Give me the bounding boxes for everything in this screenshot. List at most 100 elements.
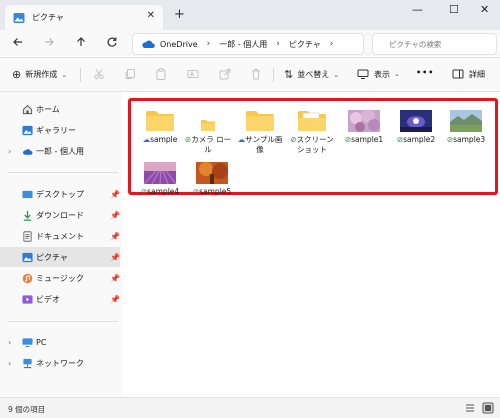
file-item-sample-folder[interactable]: ☁sample xyxy=(136,106,184,145)
delete-button[interactable] xyxy=(250,68,262,80)
breadcrumb-personal[interactable]: 一郎 - 個人用 xyxy=(219,39,267,50)
paste-button[interactable] xyxy=(155,68,167,80)
documents-icon xyxy=(23,230,32,242)
details-view-icon[interactable] xyxy=(464,402,476,414)
sidebar-item-downloads[interactable]: ダウンロード 📌 xyxy=(0,205,120,225)
share-button[interactable] xyxy=(219,68,231,80)
image-thumbnail xyxy=(347,106,381,132)
up-button[interactable] xyxy=(75,36,87,51)
sidebar-item-onedrive-personal[interactable]: › 一郎 - 個人用 xyxy=(0,141,120,161)
arrow-up-icon xyxy=(77,37,85,46)
sidebar-item-documents[interactable]: ドキュメント 📌 xyxy=(0,226,120,246)
sidebar-item-desktop[interactable]: デスクトップ 📌 xyxy=(0,184,120,204)
search-box[interactable]: ピクチャの検索 xyxy=(372,33,497,55)
sidebar-item-label: PC xyxy=(36,337,47,347)
sidebar-item-label: デスクトップ xyxy=(36,189,84,199)
sidebar-item-label: ホーム xyxy=(36,104,60,114)
navigation-pane: ホーム ギャラリー › 一郎 - 個人用 デスクトップ 📌 ダウンロード 📌 ド… xyxy=(0,92,122,397)
breadcrumb-onedrive[interactable]: OneDrive xyxy=(160,40,198,49)
chevron-right-icon[interactable]: › xyxy=(8,147,11,156)
scissors-icon xyxy=(94,69,104,80)
folder-with-documents-icon xyxy=(295,106,329,132)
address-bar[interactable]: OneDrive › 一郎 - 個人用 › ピクチャ › xyxy=(132,33,364,55)
close-tab-icon[interactable]: ✕ xyxy=(147,10,155,21)
cut-button[interactable] xyxy=(93,68,105,80)
title-bar: ピクチャ ✕ + — ☐ ✕ xyxy=(0,0,500,30)
network-icon xyxy=(23,358,32,368)
breadcrumb-separator-icon[interactable]: › xyxy=(276,39,280,49)
sidebar-item-videos[interactable]: ビデオ 📌 xyxy=(0,289,120,309)
file-name: sample5 xyxy=(199,187,232,196)
pin-icon[interactable]: 📌 xyxy=(110,253,120,262)
back-button[interactable] xyxy=(12,36,24,51)
divider xyxy=(273,68,274,82)
new-button[interactable]: ⊕ 新規作成 ⌄ xyxy=(12,68,67,81)
breadcrumb-separator-icon[interactable]: › xyxy=(207,39,211,49)
pin-icon[interactable]: 📌 xyxy=(110,274,120,283)
pin-icon[interactable]: 📌 xyxy=(110,211,120,220)
pictures-icon xyxy=(13,12,25,23)
sidebar-item-network[interactable]: › ネットワーク xyxy=(0,353,120,373)
refresh-button[interactable] xyxy=(106,36,118,51)
breadcrumb-separator-icon[interactable]: › xyxy=(330,39,334,49)
sidebar-item-pictures[interactable]: ピクチャ 📌 xyxy=(0,247,120,267)
more-options-button[interactable]: ••• xyxy=(416,68,434,77)
details-label: 詳細 xyxy=(469,69,485,79)
file-item-sample3[interactable]: ⊘sample3 xyxy=(442,106,490,145)
divider xyxy=(80,68,81,82)
rename-button[interactable] xyxy=(187,68,199,80)
image-thumbnail xyxy=(143,158,177,184)
pin-icon[interactable]: 📌 xyxy=(110,295,120,304)
folder-icon xyxy=(243,106,277,132)
rename-icon xyxy=(187,70,199,78)
status-bar: 9 個の項目 xyxy=(0,397,500,418)
download-icon xyxy=(23,210,32,221)
pin-icon[interactable]: 📌 xyxy=(110,232,120,241)
file-item-screenshots-folder[interactable]: ⊘スクリーンショット xyxy=(288,106,336,155)
sidebar-item-label: ダウンロード xyxy=(36,210,84,220)
desktop-icon xyxy=(22,190,33,198)
chevron-down-icon: ⌄ xyxy=(394,70,400,78)
image-thumbnail xyxy=(399,106,433,132)
sort-button[interactable]: ⇅ 並べ替え ⌄ xyxy=(284,68,339,81)
file-item-sample2[interactable]: ⊘sample2 xyxy=(392,106,440,145)
forward-button[interactable] xyxy=(43,36,55,51)
sidebar-item-home[interactable]: ホーム xyxy=(0,99,120,119)
cloud-status-icon: ☁ xyxy=(237,135,246,144)
file-name: sample3 xyxy=(453,135,486,144)
plus-circle-icon: ⊕ xyxy=(12,68,22,81)
view-label: 表示 xyxy=(374,69,390,79)
close-window-button[interactable]: ✕ xyxy=(480,3,489,16)
address-row: OneDrive › 一郎 - 個人用 › ピクチャ › ピクチャの検索 xyxy=(0,30,500,58)
tab-pictures[interactable]: ピクチャ ✕ xyxy=(5,5,163,30)
search-input[interactable]: ピクチャの検索 xyxy=(389,39,441,50)
file-name: sample xyxy=(150,135,178,144)
sort-icon: ⇅ xyxy=(284,68,294,81)
chevron-right-icon[interactable]: › xyxy=(8,338,11,347)
view-button[interactable]: 表示 ⌄ xyxy=(357,68,400,80)
sidebar-item-pc[interactable]: › PC xyxy=(0,332,120,352)
sidebar-item-label: ギャラリー xyxy=(36,125,76,135)
large-icons-view-icon[interactable] xyxy=(482,402,494,414)
chevron-right-icon[interactable]: › xyxy=(8,359,11,368)
details-button[interactable]: 詳細 xyxy=(452,68,485,80)
sidebar-item-gallery[interactable]: ギャラリー xyxy=(0,120,120,140)
sidebar-item-label: ミュージック xyxy=(36,273,84,283)
file-item-sample-images-folder[interactable]: ☁サンプル画像 xyxy=(236,106,284,155)
file-item-sample1[interactable]: ⊘sample1 xyxy=(340,106,388,145)
file-item-camera-roll[interactable]: ⊘カメラ ロール xyxy=(184,106,232,155)
file-item-sample4[interactable]: ⊘sample4 xyxy=(136,158,184,197)
breadcrumb-pictures[interactable]: ピクチャ xyxy=(289,39,321,50)
pictures-icon xyxy=(22,252,33,262)
maximize-button[interactable]: ☐ xyxy=(449,3,459,16)
image-thumbnail xyxy=(195,158,229,184)
minimize-button[interactable]: — xyxy=(412,3,423,16)
file-list: ☁sample ⊘カメラ ロール ☁サンプル画像 ⊘スクリーンショット ⊘sam xyxy=(122,92,500,397)
new-tab-button[interactable]: + xyxy=(174,7,185,22)
cloud-status-icon: ☁ xyxy=(142,135,151,144)
file-item-sample5[interactable]: ⊘sample5 xyxy=(188,158,236,197)
sidebar-item-label: 一郎 - 個人用 xyxy=(36,146,84,156)
copy-button[interactable] xyxy=(124,68,136,80)
sidebar-item-music[interactable]: ミュージック 📌 xyxy=(0,268,120,288)
pin-icon[interactable]: 📌 xyxy=(110,190,120,199)
